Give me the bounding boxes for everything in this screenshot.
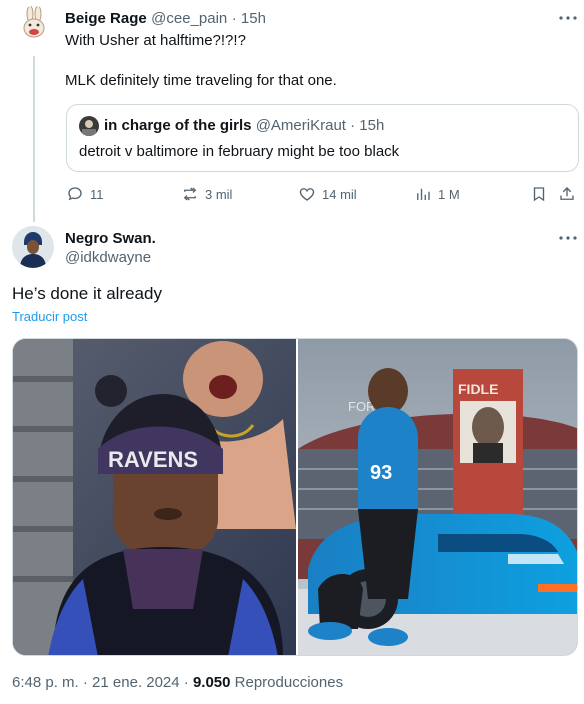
bookmark-icon — [533, 187, 545, 202]
reply-count: 11 — [90, 186, 104, 202]
display-name[interactable]: Negro Swan. — [65, 230, 156, 247]
handle[interactable]: @idkdwayne — [65, 249, 151, 266]
bookmark-button[interactable] — [530, 185, 548, 203]
tweet1-header: Beige Rage @cee_pain · 15h — [65, 10, 266, 28]
views-label: Reproducciones — [230, 674, 344, 691]
media-grid[interactable]: RAVENS FIDLE FORD 93 — [12, 338, 578, 656]
like-icon — [299, 188, 315, 201]
handle[interactable]: @cee_pain — [151, 10, 227, 27]
media-image-right[interactable]: FIDLE FORD 93 — [298, 339, 577, 655]
quoted-tweet-card[interactable]: in charge of the girls @AmeriKraut · 15h… — [66, 104, 579, 172]
display-name[interactable]: Beige Rage — [65, 10, 147, 27]
quoted-header: in charge of the girls @AmeriKraut · 15h — [104, 117, 384, 134]
views-icon — [417, 188, 430, 200]
avatar[interactable] — [12, 226, 54, 268]
media-image-left[interactable]: RAVENS — [13, 339, 296, 655]
reply-icon — [68, 187, 82, 201]
quoted-handle: @AmeriKraut — [255, 117, 346, 134]
more-icon[interactable] — [556, 228, 580, 248]
repost-icon — [183, 187, 197, 201]
repost-button[interactable]: 3 mil — [181, 185, 232, 203]
post-meta: 6:48 p. m. · 21 ene. 2024 · 9.050 Reprod… — [12, 674, 343, 691]
repost-count: 3 mil — [205, 186, 233, 202]
like-button[interactable]: 14 mil — [298, 185, 357, 203]
timestamp[interactable]: · 15h — [232, 10, 266, 27]
tweet-text-line1: With Usher at halftime?!?!? — [65, 32, 246, 49]
quoted-display-name: in charge of the girls — [104, 117, 252, 134]
avatar[interactable] — [16, 6, 52, 42]
more-icon[interactable] — [556, 8, 580, 28]
share-icon — [560, 187, 574, 200]
translate-link[interactable]: Traducir post — [12, 309, 87, 324]
stadium-sign: FIDLE — [458, 381, 498, 397]
views-button[interactable]: 1 M — [414, 185, 460, 203]
tweet-text-line2: MLK definitely time traveling for that o… — [65, 72, 337, 89]
tweet-text: He’s done it already — [12, 284, 162, 303]
views-count: 1 M — [438, 186, 460, 202]
thread-connector — [33, 56, 35, 222]
share-button[interactable] — [558, 185, 576, 203]
quoted-text: detroit v baltimore in february might be… — [79, 143, 400, 160]
jersey-number: 93 — [370, 462, 392, 484]
like-count: 14 mil — [322, 186, 357, 202]
reply-button[interactable]: 11 — [66, 185, 104, 203]
post-timestamp[interactable]: 6:48 p. m. · 21 ene. 2024 · — [12, 674, 193, 691]
quoted-time: · 15h — [350, 117, 385, 134]
quoted-avatar — [79, 116, 99, 136]
views-number: 9.050 — [192, 674, 231, 691]
beanie-label: RAVENS — [108, 447, 198, 472]
